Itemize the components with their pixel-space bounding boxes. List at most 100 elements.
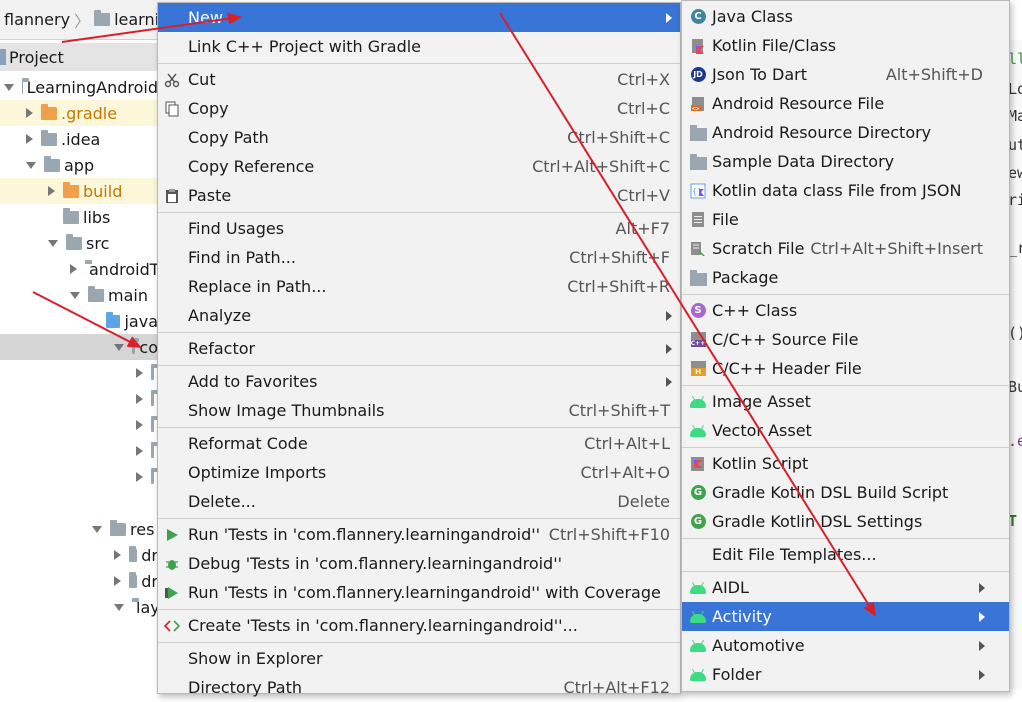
- menu-item-c-c-source-file[interactable]: C++ C/C++ Source File: [682, 325, 1009, 354]
- tree-node[interactable]: libs: [0, 204, 158, 230]
- menu-item-run-tests-in-com-flannery-learningandroi[interactable]: Run 'Tests in 'com.flannery.learningandr…: [158, 578, 680, 607]
- menu-item-cut[interactable]: Cut Ctrl+X: [158, 65, 680, 94]
- tree-node[interactable]: LearningAndroid: [0, 74, 158, 100]
- menu-item-java-class[interactable]: C Java Class: [682, 2, 1009, 31]
- tree-node[interactable]: build: [0, 178, 158, 204]
- menu-item-copy-path[interactable]: Copy Path Ctrl+Shift+C: [158, 123, 680, 152]
- menu-item-copy-reference[interactable]: Copy Reference Ctrl+Alt+Shift+C: [158, 152, 680, 181]
- tree-node[interactable]: app: [0, 152, 158, 178]
- menu-item-debug-tests-in-com-flannery-learningandr[interactable]: Debug 'Tests in 'com.flannery.learningan…: [158, 549, 680, 578]
- expand-right-icon[interactable]: [136, 394, 143, 404]
- menu-item-kotlin-file-class[interactable]: Kotlin File/Class: [682, 31, 1009, 60]
- expand-down-icon[interactable]: [48, 239, 58, 247]
- expand-right-icon[interactable]: [136, 368, 143, 378]
- menu-item-paste[interactable]: Paste Ctrl+V: [158, 181, 680, 210]
- menu-item-label: Optimize Imports: [188, 463, 327, 482]
- expand-right-icon[interactable]: [26, 134, 33, 144]
- menu-item-show-image-thumbnails[interactable]: Show Image Thumbnails Ctrl+Shift+T: [158, 396, 680, 425]
- tree-node[interactable]: [0, 412, 158, 438]
- expand-down-icon[interactable]: [70, 291, 80, 299]
- menu-item-folder[interactable]: Folder: [682, 660, 1009, 689]
- menu-item-optimize-imports[interactable]: Optimize Imports Ctrl+Alt+O: [158, 458, 680, 487]
- menu-item-json-to-dart[interactable]: JD Json To Dart Alt+Shift+D: [682, 60, 1009, 89]
- expand-right-icon[interactable]: [48, 186, 55, 196]
- menu-item-new[interactable]: New: [158, 3, 680, 32]
- menu-item-gradle-kotlin-dsl-build-script[interactable]: G Gradle Kotlin DSL Build Script: [682, 478, 1009, 507]
- tree-node[interactable]: [0, 646, 181, 672]
- menu-item-add-to-favorites[interactable]: Add to Favorites: [158, 367, 680, 396]
- tree-node[interactable]: co: [0, 334, 158, 360]
- menu-item-label: Kotlin Script: [712, 454, 809, 473]
- menu-item-analyze[interactable]: Analyze: [158, 301, 680, 330]
- expand-right-icon[interactable]: [114, 550, 121, 560]
- tree-node[interactable]: main: [0, 282, 158, 308]
- menu-item-c-class[interactable]: S C++ Class: [682, 296, 1009, 325]
- tree-node[interactable]: .gradle: [0, 100, 158, 126]
- expand-right-icon[interactable]: [136, 472, 143, 482]
- tree-node[interactable]: [0, 386, 158, 412]
- tree-node[interactable]: [0, 672, 181, 698]
- menu-item-kotlin-data-class-file-from-json[interactable]: {} Kotlin data class File from JSON: [682, 176, 1009, 205]
- menu-item-edit-file-templates[interactable]: Edit File Templates...: [682, 540, 1009, 569]
- expand-down-icon[interactable]: [26, 161, 36, 169]
- menu-item-kotlin-script[interactable]: Kotlin Script: [682, 449, 1009, 478]
- menu-item-directory-path[interactable]: Directory Path Ctrl+Alt+F12: [158, 673, 680, 702]
- tree-node[interactable]: dr: [0, 542, 158, 568]
- menu-item-shortcut: Ctrl+Alt+Shift+C: [532, 157, 670, 176]
- expand-down-icon[interactable]: [4, 83, 14, 91]
- menu-item-c-c-header-file[interactable]: H C/C++ Header File: [682, 354, 1009, 383]
- menu-item-gradle-kotlin-dsl-settings[interactable]: G Gradle Kotlin DSL Settings: [682, 507, 1009, 536]
- menu-item-package[interactable]: Package: [682, 263, 1009, 292]
- expand-right-icon[interactable]: [136, 420, 143, 430]
- submenu-arrow-icon: [666, 376, 672, 387]
- menu-item-copy[interactable]: Copy Ctrl+C: [158, 94, 680, 123]
- tree-node[interactable]: java: [0, 308, 158, 334]
- tree-node[interactable]: C: [0, 490, 174, 516]
- menu-item-replace-in-path[interactable]: Replace in Path... Ctrl+Shift+R: [158, 272, 680, 301]
- menu-item-image-asset[interactable]: Image Asset: [682, 387, 1009, 416]
- menu-item-aidl[interactable]: AIDL: [682, 573, 1009, 602]
- tree-node[interactable]: .idea: [0, 126, 158, 152]
- menu-item-android-resource-directory[interactable]: Android Resource Directory: [682, 118, 1009, 147]
- menu-item-label: Package: [712, 268, 779, 287]
- menu-item-link-c-project-with-gradle[interactable]: Link C++ Project with Gradle: [158, 32, 680, 61]
- menu-item-label: Kotlin data class File from JSON: [712, 181, 962, 200]
- menu-item-run-tests-in-com-flannery-learningandroi[interactable]: Run 'Tests in 'com.flannery.learningandr…: [158, 520, 680, 549]
- expand-right-icon[interactable]: [70, 264, 77, 274]
- expand-down-icon[interactable]: [114, 343, 124, 351]
- menu-item-vector-asset[interactable]: Vector Asset: [682, 416, 1009, 445]
- tree-node[interactable]: [0, 620, 181, 646]
- tree-node[interactable]: lay: [0, 594, 160, 620]
- menu-item-sample-data-directory[interactable]: Sample Data Directory: [682, 147, 1009, 176]
- expand-right-icon[interactable]: [136, 446, 143, 456]
- menu-item-create-tests-in-com-flannery-learningand[interactable]: Create 'Tests in 'com.flannery.learninga…: [158, 611, 680, 640]
- tree-node[interactable]: dr: [0, 568, 158, 594]
- tree-node[interactable]: res: [0, 516, 158, 542]
- menu-item-automotive[interactable]: Automotive: [682, 631, 1009, 660]
- submenu-arrow-icon: [666, 12, 672, 23]
- menu-item-scratch-file[interactable]: Scratch File Ctrl+Alt+Shift+Insert: [682, 234, 1009, 263]
- menu-item-file[interactable]: File: [682, 205, 1009, 234]
- tree-node[interactable]: [0, 360, 158, 386]
- menu-item-reformat-code[interactable]: Reformat Code Ctrl+Alt+L: [158, 429, 680, 458]
- menu-item-android-resource-file[interactable]: <> Android Resource File: [682, 89, 1009, 118]
- tree-node[interactable]: androidT: [0, 256, 160, 282]
- expand-right-icon[interactable]: [26, 108, 33, 118]
- expand-down-icon[interactable]: [114, 603, 124, 611]
- menu-item-find-in-path[interactable]: Find in Path... Ctrl+Shift+F: [158, 243, 680, 272]
- menu-item-refactor[interactable]: Refactor: [158, 334, 680, 363]
- menu-item-label: Scratch File: [712, 239, 805, 258]
- tree-node[interactable]: src: [0, 230, 158, 256]
- menu-item-find-usages[interactable]: Find Usages Alt+F7: [158, 214, 680, 243]
- android-icon: [688, 636, 708, 656]
- expand-down-icon[interactable]: [92, 525, 102, 533]
- tree-node[interactable]: [0, 464, 158, 490]
- expand-right-icon[interactable]: [114, 576, 121, 586]
- project-panel-header[interactable]: Project: [0, 43, 158, 71]
- breadcrumb-root[interactable]: flannery: [4, 10, 70, 29]
- menu-item-delete[interactable]: Delete... Delete: [158, 487, 680, 516]
- menu-item-show-in-explorer[interactable]: Show in Explorer: [158, 644, 680, 673]
- menu-item-activity[interactable]: Activity: [682, 602, 1009, 631]
- tree-node[interactable]: [0, 438, 158, 464]
- tree-node-label: androidT: [89, 259, 160, 279]
